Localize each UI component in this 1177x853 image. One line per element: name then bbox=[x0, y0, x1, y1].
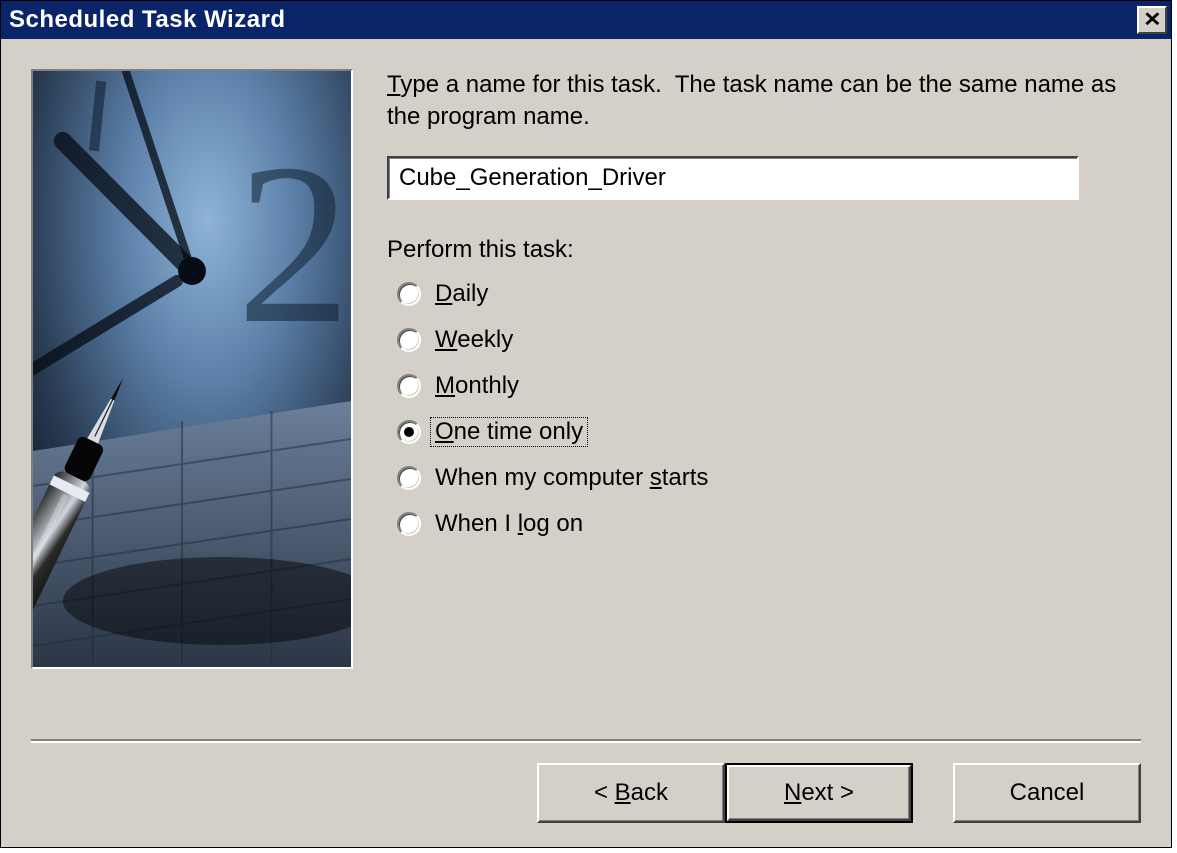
close-icon: ✕ bbox=[1143, 10, 1161, 30]
radio-option-weekly[interactable]: Weekly bbox=[397, 326, 1141, 354]
wizard-sidebar-image: 2 bbox=[31, 69, 353, 669]
radio-button-icon[interactable] bbox=[397, 512, 421, 536]
perform-this-task-label: Perform this task: bbox=[387, 236, 1141, 264]
radio-button-icon[interactable] bbox=[397, 420, 421, 444]
back-button-label: < Back bbox=[594, 779, 668, 807]
task-name-field[interactable] bbox=[397, 163, 1069, 193]
separator bbox=[31, 739, 1141, 743]
svg-text:2: 2 bbox=[237, 116, 351, 371]
radio-label: When I log on bbox=[435, 510, 583, 538]
radio-label: One time only bbox=[430, 417, 588, 447]
instruction-text: Type a name for this task. The task name… bbox=[387, 69, 1141, 134]
radio-option-monthly[interactable]: Monthly bbox=[397, 372, 1141, 400]
title-bar: Scheduled Task Wizard ✕ bbox=[1, 1, 1171, 39]
window-title: Scheduled Task Wizard bbox=[9, 6, 1137, 34]
back-button[interactable]: < Back bbox=[537, 763, 725, 823]
cancel-button[interactable]: Cancel bbox=[953, 763, 1141, 823]
clock-pen-icon: 2 bbox=[33, 71, 351, 667]
next-button[interactable]: Next > bbox=[725, 763, 913, 823]
radio-label: Weekly bbox=[435, 326, 513, 354]
schedule-radio-group: Daily Weekly Monthly One time only When my c… bbox=[387, 280, 1141, 538]
radio-button-icon[interactable] bbox=[397, 282, 421, 306]
wizard-body: 2 bbox=[1, 39, 1171, 847]
radio-button-icon[interactable] bbox=[397, 328, 421, 352]
scheduled-task-wizard-window: Scheduled Task Wizard ✕ bbox=[0, 0, 1172, 848]
radio-option-when-computer-starts[interactable]: When my computer starts bbox=[397, 464, 1141, 492]
cancel-button-label: Cancel bbox=[1010, 779, 1085, 807]
radio-option-daily[interactable]: Daily bbox=[397, 280, 1141, 308]
radio-label: When my computer starts bbox=[435, 464, 708, 492]
radio-button-icon[interactable] bbox=[397, 466, 421, 490]
radio-button-icon[interactable] bbox=[397, 374, 421, 398]
radio-option-one-time-only[interactable]: One time only bbox=[397, 418, 1141, 446]
radio-option-when-log-on[interactable]: When I log on bbox=[397, 510, 1141, 538]
next-button-label: Next > bbox=[784, 779, 854, 807]
task-name-input[interactable] bbox=[387, 156, 1079, 200]
radio-label: Daily bbox=[435, 280, 488, 308]
close-button[interactable]: ✕ bbox=[1137, 6, 1167, 34]
radio-label: Monthly bbox=[435, 372, 519, 400]
